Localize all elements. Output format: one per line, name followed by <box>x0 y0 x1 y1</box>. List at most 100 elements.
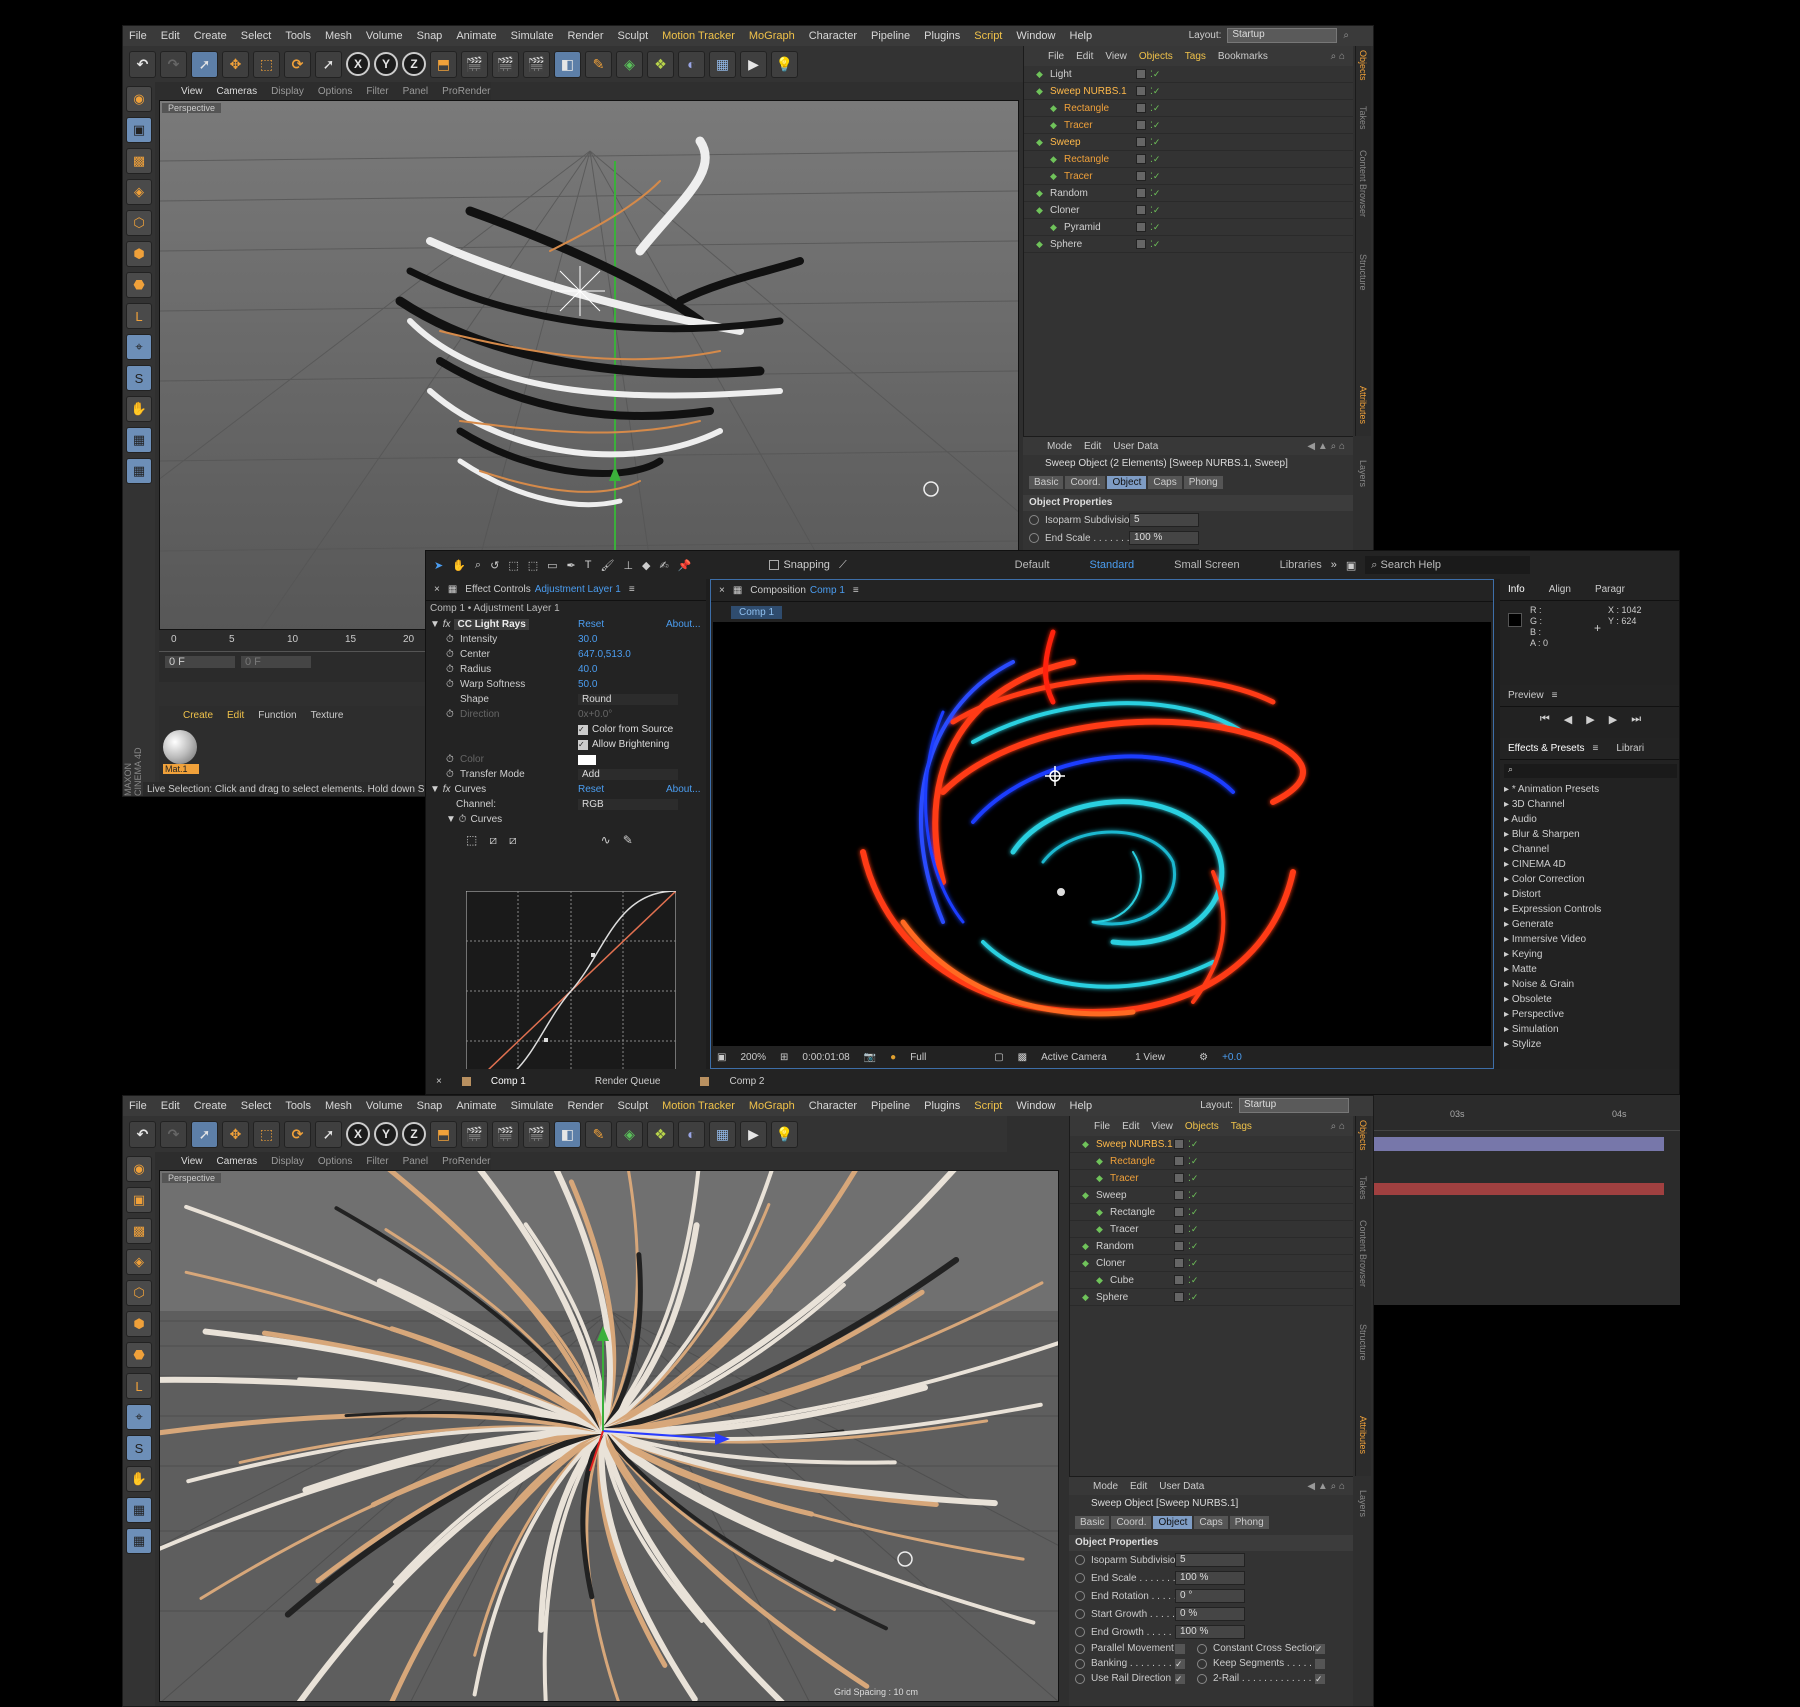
attr-nav-icons[interactable]: ◀ ▲ ⌕ ⌂ <box>1307 1481 1345 1492</box>
workplane-icon[interactable]: ◈ <box>126 179 152 205</box>
last-frame-icon[interactable]: ⏭ <box>1631 713 1641 726</box>
curve-icon-2[interactable]: ⧄ <box>489 833 497 848</box>
play-icon[interactable]: ▶ <box>1586 713 1594 726</box>
menu-mesh[interactable]: Mesh <box>325 1100 352 1112</box>
pen-icon[interactable]: ✎ <box>585 1120 612 1148</box>
attr-value-field[interactable]: 100 % <box>1175 1571 1245 1585</box>
viewport-menu-options[interactable]: Options <box>318 1156 352 1167</box>
grid-icon[interactable]: ⊞ <box>780 1052 788 1063</box>
workspace-libraries[interactable]: Libraries <box>1280 559 1322 571</box>
visibility-check-icon[interactable]: ⁚✓ <box>1188 1224 1198 1235</box>
side-tab-objects[interactable]: Objects <box>1358 1120 1368 1151</box>
workplane-icon[interactable]: ◈ <box>126 1249 152 1275</box>
checkbox-banking[interactable]: ✓ <box>1175 1658 1185 1669</box>
object-name[interactable]: Rectangle <box>1064 103 1109 114</box>
side-tab-attributes[interactable]: Attributes <box>1358 1416 1368 1454</box>
side-tab-content-browser[interactable]: Content Browser <box>1358 150 1368 217</box>
object-name[interactable]: Sweep <box>1050 137 1081 148</box>
rotate-tool-icon[interactable]: ↺ <box>490 559 499 572</box>
animate-toggle-icon[interactable] <box>1197 1673 1207 1684</box>
attr-tab-coord[interactable]: Coord. <box>1111 1515 1152 1529</box>
object-row-cloner[interactable]: ◆ Cloner ⁚✓ <box>1070 1255 1353 1272</box>
object-row-tracer[interactable]: ◆ Tracer ⁚✓ <box>1070 1170 1353 1187</box>
effect-category-keying[interactable]: ▸ Keying <box>1500 947 1679 962</box>
z-axis-icon[interactable]: Z <box>402 52 426 76</box>
attr-tab-caps[interactable]: Caps <box>1148 475 1182 489</box>
object-row-random[interactable]: ◆ Random ⁚✓ <box>1024 185 1353 202</box>
object-menu-bookmarks[interactable]: Bookmarks <box>1218 51 1268 62</box>
layer-swatch-icon[interactable] <box>1136 239 1146 249</box>
viewport-menu-panel[interactable]: Panel <box>403 1156 429 1167</box>
object-row-light[interactable]: ◆ Light ⁚✓ <box>1024 66 1353 83</box>
animate-toggle-icon[interactable] <box>1075 1609 1085 1619</box>
visibility-check-icon[interactable]: ⁚✓ <box>1150 188 1160 199</box>
effect-category-animation-presets[interactable]: ▸ * Animation Presets <box>1500 782 1679 797</box>
layer-swatch-icon[interactable] <box>1136 222 1146 232</box>
animate-toggle-icon[interactable] <box>1075 1673 1085 1684</box>
layer-swatch-icon[interactable] <box>1136 120 1146 130</box>
visibility-check-icon[interactable]: ⁚✓ <box>1188 1139 1198 1150</box>
attr-tab-caps[interactable]: Caps <box>1194 1515 1228 1529</box>
model-mode-icon[interactable]: ▣ <box>126 1187 152 1213</box>
current-frame-field[interactable]: 0 F <box>165 656 235 668</box>
layout-selector[interactable]: Layout: Startup ⌕ <box>1189 28 1349 43</box>
locked-workplane-icon[interactable]: ▦ <box>126 458 152 484</box>
object-name[interactable]: Tracer <box>1064 171 1093 182</box>
viewport-menu-display[interactable]: Display <box>271 86 304 97</box>
object-name[interactable]: Light <box>1050 69 1072 80</box>
material-swatch[interactable]: Mat.1 <box>163 730 199 778</box>
menu-create[interactable]: Create <box>194 30 227 42</box>
object-row-tracer[interactable]: ◆ Tracer ⁚✓ <box>1070 1221 1353 1238</box>
object-row-cube[interactable]: ◆ Cube ⁚✓ <box>1070 1272 1353 1289</box>
layer-swatch-icon[interactable] <box>1136 171 1146 181</box>
animate-toggle-icon[interactable] <box>1075 1658 1085 1669</box>
effect-category-audio[interactable]: ▸ Audio <box>1500 812 1679 827</box>
effect-category-matte[interactable]: ▸ Matte <box>1500 962 1679 977</box>
object-name[interactable]: Cloner <box>1096 1258 1125 1269</box>
checkbox-checked-icon[interactable]: ✓ <box>578 724 588 735</box>
menu-window[interactable]: Window <box>1016 1100 1055 1112</box>
layout-dropdown[interactable]: Startup <box>1227 28 1338 43</box>
object-row-sphere[interactable]: ◆ Sphere ⁚✓ <box>1024 236 1353 253</box>
snapshot-icon[interactable]: 📷 <box>864 1052 876 1063</box>
animate-toggle-icon[interactable] <box>1075 1591 1085 1601</box>
close-icon[interactable]: × <box>434 584 440 595</box>
object-name[interactable]: Tracer <box>1064 120 1093 131</box>
library-tab[interactable]: Librari <box>1616 743 1644 754</box>
object-name[interactable]: Tracer <box>1110 1224 1139 1235</box>
object-name[interactable]: Sweep NURBS.1 <box>1050 86 1127 97</box>
viewport-menu-filter[interactable]: Filter <box>366 86 388 97</box>
pen-icon[interactable]: ✎ <box>585 50 612 78</box>
stopwatch-icon[interactable]: ⏱ <box>426 649 460 660</box>
checkbox-checked-icon[interactable]: ✓ <box>578 739 588 750</box>
workspace-small-screen[interactable]: Small Screen <box>1174 559 1239 571</box>
menu-edit[interactable]: Edit <box>161 1100 180 1112</box>
effect-category-3d-channel[interactable]: ▸ 3D Channel <box>1500 797 1679 812</box>
animate-toggle-icon[interactable] <box>1029 515 1039 525</box>
work-area-bar[interactable] <box>1374 1137 1664 1151</box>
bezier-curve-icon[interactable]: ∿ <box>601 833 611 848</box>
object-name[interactable]: Sphere <box>1050 239 1082 250</box>
menu-simulate[interactable]: Simulate <box>511 1100 554 1112</box>
object-row-sweep[interactable]: ◆ Sweep ⁚✓ <box>1024 134 1353 151</box>
object-row-tracer[interactable]: ◆ Tracer ⁚✓ <box>1024 117 1353 134</box>
stopwatch-icon[interactable]: ⏱ <box>426 769 460 780</box>
effect-category-stylize[interactable]: ▸ Stylize <box>1500 1037 1679 1052</box>
menu-tools[interactable]: Tools <box>285 1100 311 1112</box>
effect-category-simulation[interactable]: ▸ Simulation <box>1500 1022 1679 1037</box>
fx-property-value[interactable]: 30.0 <box>578 634 597 645</box>
snap-options-icon[interactable]: ⟋ <box>839 559 847 572</box>
visibility-check-icon[interactable]: ⁚✓ <box>1188 1173 1198 1184</box>
effect-category-immersive-video[interactable]: ▸ Immersive Video <box>1500 932 1679 947</box>
locked-workplane-icon[interactable]: ▦ <box>126 1528 152 1554</box>
fx-cc-light-rays[interactable]: ▼ fx CC Light Rays Reset About... <box>426 617 706 632</box>
side-tab-takes[interactable]: Takes <box>1358 1176 1368 1200</box>
object-row-sweep-nurbs-1[interactable]: ◆ Sweep NURBS.1 ⁚✓ <box>1024 83 1353 100</box>
attr-tab-object[interactable]: Object <box>1107 475 1147 489</box>
visibility-check-icon[interactable]: ⁚✓ <box>1150 69 1160 80</box>
last-tool-icon[interactable]: ➚ <box>315 1120 342 1148</box>
visibility-check-icon[interactable]: ⁚✓ <box>1150 103 1160 114</box>
coordinate-system-icon[interactable]: ⬒ <box>430 50 457 78</box>
bottom-tab-comp-2[interactable]: Comp 2 <box>729 1076 764 1087</box>
side-tab-takes[interactable]: Takes <box>1358 106 1368 130</box>
